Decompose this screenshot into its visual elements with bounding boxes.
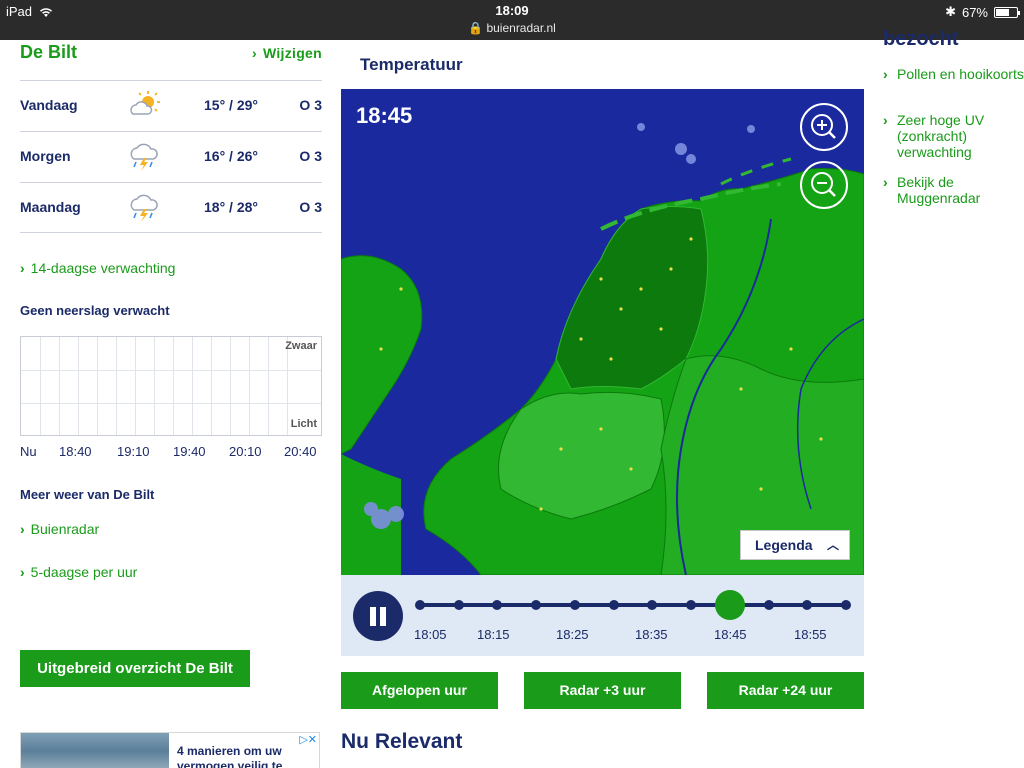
url-text: buienradar.nl	[486, 21, 556, 35]
right-column-title: bezocht	[883, 28, 959, 50]
address-bar[interactable]: 🔒 buienradar.nl	[0, 21, 1024, 35]
chevron-right-icon: ›	[883, 112, 888, 128]
more-weather-title: Meer weer van De Bilt	[20, 487, 155, 502]
thunder-rain-icon	[130, 194, 158, 222]
buienradar-link[interactable]: › Buienradar	[20, 521, 99, 537]
rain-graph: Zwaar Licht	[20, 336, 322, 436]
time-label: 20:40	[284, 444, 317, 459]
pause-button[interactable]	[353, 591, 403, 641]
legend-button[interactable]: Legenda ︿	[740, 530, 850, 560]
chevron-right-icon: ›	[883, 66, 888, 82]
ad-image	[21, 733, 169, 768]
forecast-day: Maandag	[20, 199, 81, 215]
timeline-current-marker[interactable]	[714, 590, 745, 620]
ad-text: 4 manieren om uw vermogen veilig te stel…	[177, 744, 283, 768]
forecast-row[interactable]: Vandaag 15° / 29° O 3	[20, 80, 322, 131]
time-label: Nu	[20, 444, 37, 459]
lock-icon: 🔒	[468, 21, 484, 35]
overview-button[interactable]: Uitgebreid overzicht De Bilt	[20, 650, 250, 687]
sun-cloud-icon	[130, 91, 160, 115]
rain-graph-times: Nu 18:40 19:10 19:40 20:10 20:40	[20, 444, 322, 460]
zoom-out-icon	[811, 172, 836, 197]
chevron-right-icon: ›	[20, 260, 25, 276]
rain-light-label: Licht	[290, 418, 317, 430]
radar-24h-button[interactable]: Radar +24 uur	[707, 672, 864, 709]
timeline-dot[interactable]	[415, 600, 425, 610]
time-label: 20:10	[229, 444, 262, 459]
timeline-dot[interactable]	[763, 600, 774, 610]
timeline-dot[interactable]	[608, 600, 619, 610]
zoom-out-button[interactable]	[800, 161, 848, 209]
time-label: 19:40	[173, 444, 206, 459]
nu-relevant-title: Nu Relevant	[341, 730, 463, 753]
muggenradar-link[interactable]: › Bekijk de Muggenradar	[883, 174, 1024, 206]
uv-link[interactable]: › Zeer hoge UV (zonkracht) verwachting	[883, 112, 1024, 160]
chevron-right-icon: ›	[251, 45, 257, 61]
battery-percent: 67%	[961, 4, 988, 20]
chevron-up-icon: ︿	[826, 538, 839, 552]
timeline-label: 18:45	[714, 627, 747, 642]
past-hour-button[interactable]: Afgelopen uur	[341, 672, 498, 709]
thunder-rain-icon	[130, 143, 158, 171]
legend-label: Legenda	[755, 537, 813, 553]
chevron-right-icon: ›	[20, 521, 25, 537]
timeline-dot[interactable]	[453, 600, 464, 610]
map-time-label: 18:45	[356, 103, 413, 128]
forecast-row[interactable]: Morgen 16° / 26° O 3	[20, 131, 322, 182]
map-section-title: Temperatuur	[360, 55, 463, 74]
timeline-dot[interactable]	[802, 600, 813, 610]
time-label: 19:10	[117, 444, 150, 459]
pause-icon	[370, 607, 376, 626]
zoom-in-button[interactable]	[800, 103, 848, 151]
status-bar: iPad 18:09 🔒 buienradar.nl ✱ 67%	[0, 0, 1024, 40]
timeline-dot[interactable]	[686, 600, 697, 610]
timeline-dot[interactable]	[531, 600, 542, 610]
rain-heavy-label: Zwaar	[285, 340, 317, 352]
forecast-wind: O 3	[299, 199, 322, 215]
timeline-track[interactable]	[420, 603, 846, 607]
zoom-in-icon	[811, 114, 836, 139]
change-location-link[interactable]: › Wijzigen	[252, 45, 322, 61]
pollen-link[interactable]: › Pollen en hooikoorts	[883, 66, 1024, 82]
timeline-dot[interactable]	[569, 600, 580, 610]
radar-3h-button[interactable]: Radar +3 uur	[524, 672, 681, 709]
forecast-temp: 16° / 26°	[204, 148, 259, 164]
rain-graph-title: Geen neerslag verwacht	[20, 303, 170, 318]
radar-timeline: 18:05 18:15 18:25 18:35 18:45 18:55	[341, 575, 864, 656]
timeline-dot[interactable]	[841, 600, 851, 610]
timeline-label: 18:15	[477, 627, 510, 642]
location-header: De Bilt › Wijzigen	[20, 40, 322, 70]
timeline-label: 18:55	[794, 627, 827, 642]
time-label: 18:40	[59, 444, 92, 459]
chevron-right-icon: ›	[20, 564, 25, 580]
forecast-temp: 18° / 28°	[204, 199, 259, 215]
battery-icon	[994, 6, 1020, 18]
temperature-map[interactable]: 18:45 Legenda ︿	[341, 89, 864, 575]
fourteen-day-link[interactable]: › 14-daagse verwachting	[20, 260, 175, 276]
forecast-temp: 15° / 29°	[204, 97, 259, 113]
forecast-wind: O 3	[299, 148, 322, 164]
timeline-dot[interactable]	[647, 600, 658, 610]
forecast-day: Morgen	[20, 148, 71, 164]
advertisement[interactable]: 4 manieren om uw vermogen veilig te stel…	[20, 732, 320, 768]
forecast-wind: O 3	[299, 97, 322, 113]
clock: 18:09	[495, 3, 529, 18]
location-name: De Bilt	[20, 42, 78, 62]
chevron-right-icon: ›	[883, 174, 888, 190]
timeline-label: 18:05	[414, 627, 447, 642]
timeline-label: 18:25	[556, 627, 589, 642]
bluetooth-icon: ✱	[945, 4, 956, 19]
timeline-dot[interactable]	[492, 600, 503, 610]
timeline-label: 18:35	[635, 627, 668, 642]
forecast-row[interactable]: Maandag 18° / 28° O 3	[20, 182, 322, 233]
ad-close-icon[interactable]: ▷✕	[299, 733, 317, 746]
forecast-day: Vandaag	[20, 97, 78, 113]
map-graphic	[341, 123, 864, 575]
five-day-link[interactable]: › 5-daagse per uur	[20, 564, 137, 580]
